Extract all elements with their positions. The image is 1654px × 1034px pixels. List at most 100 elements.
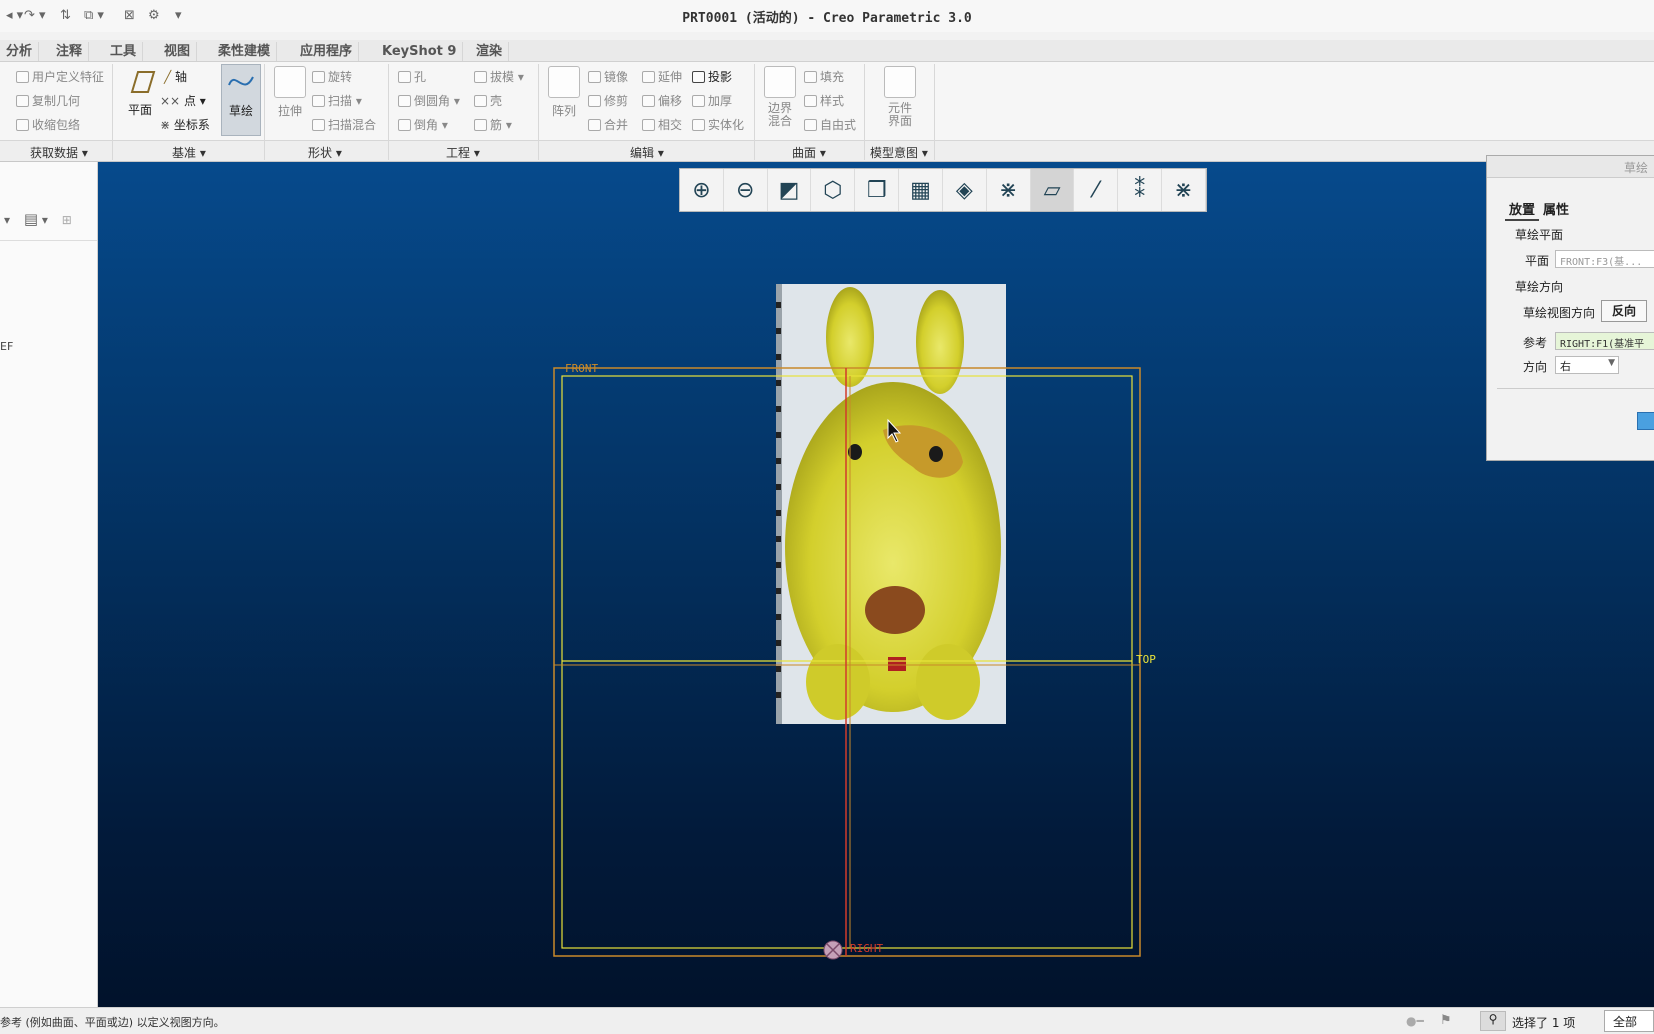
filter-select[interactable]: 全部 <box>1604 1010 1654 1032</box>
hole-button[interactable]: 孔 <box>398 68 426 85</box>
offset-button[interactable]: 偏移 <box>642 92 682 109</box>
tab-properties[interactable]: 属性 <box>1539 198 1573 219</box>
csys-display-icon[interactable]: ⋇ <box>1162 169 1206 211</box>
datum-axis-button[interactable]: ╱ 轴 <box>164 68 187 85</box>
tree-item[interactable]: EF <box>0 340 13 353</box>
solidify-button[interactable]: 实体化 <box>692 116 744 133</box>
group-editing-label: 编辑 <box>630 146 655 160</box>
fill-button[interactable]: 填充 <box>804 68 844 85</box>
refit-icon[interactable]: ◩ <box>768 169 812 211</box>
tab-view[interactable]: 视图 <box>158 42 198 61</box>
group-get-data[interactable]: 获取数据 ▾ <box>30 144 88 161</box>
copy-geometry-button[interactable]: 复制几何 <box>16 92 80 109</box>
style-button[interactable]: 样式 <box>804 92 844 109</box>
swept-blend-icon <box>312 119 325 131</box>
datum-plane-button[interactable]: 平面 <box>120 66 160 118</box>
rib-button[interactable]: 筋 ▾ <box>474 116 512 133</box>
pattern-label: 阵列 <box>551 104 576 118</box>
intersect-button[interactable]: 相交 <box>642 116 682 133</box>
component-interface-button[interactable]: 元件界面 <box>880 66 920 128</box>
ok-button[interactable] <box>1637 412 1654 430</box>
graphics-toolbar: ⊕ ⊖ ◩ ⬡ ❒ ▦ ◈ ⋇ ▱ ⁄ ⁑ ⋇ <box>679 168 1207 212</box>
plane-display-icon[interactable]: ▱ <box>1030 169 1075 211</box>
merge-label: 合并 <box>604 118 629 132</box>
perspective-icon[interactable]: ◈ <box>943 169 987 211</box>
binoculars-icon[interactable]: ⚲ <box>1480 1011 1506 1031</box>
reference-label: 参考 <box>1523 336 1548 350</box>
trim-button[interactable]: 修剪 <box>588 92 628 109</box>
tab-keyshot[interactable]: KeyShot 9 <box>376 42 464 61</box>
boundary-blend-button[interactable]: 边界混合 <box>760 66 800 128</box>
plane-field[interactable]: FRONT:F3(基... <box>1555 250 1654 268</box>
extend-button[interactable]: 延伸 <box>642 68 682 85</box>
extrude-button[interactable]: 拉伸 <box>270 66 310 119</box>
sketch-button[interactable]: 草绘 <box>221 64 261 136</box>
zoom-out-icon[interactable]: ⊖ <box>724 169 768 211</box>
group-engineering[interactable]: 工程 ▾ <box>446 144 480 161</box>
tab-analysis[interactable]: 分析 <box>0 42 40 61</box>
tree-settings-dropdown-icon[interactable]: ▾ <box>42 213 48 227</box>
chamfer-button[interactable]: 倒角 ▾ <box>398 116 448 133</box>
group-get-data-label: 获取数据 <box>30 146 79 160</box>
datum-csys-button[interactable]: ⋇ 坐标系 <box>160 116 210 133</box>
title-bar: ◂ ▾ ↷ ▾ ⇅ ⧉ ▾ ⊠ ⚙ ▾ PRT0001 (活动的) - Creo… <box>0 0 1654 32</box>
freestyle-button[interactable]: 自由式 <box>804 116 856 133</box>
ribbon: 用户定义特征 复制几何 收缩包络 平面 ╱ 轴 ×× 点 ▾ ⋇ 坐标系 草绘 … <box>0 62 1654 140</box>
project-button[interactable]: 投影 <box>692 68 732 85</box>
group-datum[interactable]: 基准 ▾ <box>172 144 206 161</box>
tab-tools[interactable]: 工具 <box>104 42 144 61</box>
pattern-button[interactable]: 阵列 <box>544 66 584 119</box>
merge-button[interactable]: 合并 <box>588 116 628 133</box>
tab-render[interactable]: 渲染 <box>470 42 510 61</box>
group-editing[interactable]: 编辑 ▾ <box>630 144 664 161</box>
shell-button[interactable]: 壳 <box>474 92 502 109</box>
datum-display-filter-icon[interactable]: ⋇ <box>987 169 1031 211</box>
swept-blend-button[interactable]: 扫描混合 <box>312 116 376 133</box>
revolve-button[interactable]: 旋转 <box>312 68 352 85</box>
selection-toggle-icon[interactable]: ●━ <box>1406 1014 1424 1028</box>
saved-orientations-icon[interactable]: ⬡ <box>811 169 856 211</box>
group-datum-label: 基准 <box>172 146 197 160</box>
sweep-button[interactable]: 扫描 ▾ <box>312 92 362 109</box>
graphics-viewport[interactable]: FRONT TOP RIGHT ⊕ ⊖ ◩ ⬡ ❒ ▦ ◈ ⋇ ▱ ⁄ ⁑ ⋇ <box>98 162 1654 1007</box>
user-defined-feature-button[interactable]: 用户定义特征 <box>16 68 104 85</box>
reference-field[interactable]: RIGHT:F1(基准平 <box>1555 332 1654 350</box>
datum-point-button[interactable]: ×× 点 ▾ <box>160 92 206 109</box>
thicken-button[interactable]: 加厚 <box>692 92 732 109</box>
csys-icon: ⋇ <box>160 118 174 132</box>
tree-dropdown-icon[interactable]: ▾ <box>4 213 10 227</box>
flip-button[interactable]: 反向 <box>1601 300 1647 322</box>
datum-label-right[interactable]: RIGHT <box>850 942 883 955</box>
fill-label: 填充 <box>820 70 845 84</box>
axis-icon: ╱ <box>164 70 176 84</box>
view-manager-icon[interactable]: ▦ <box>899 169 943 211</box>
offset-icon <box>642 95 655 107</box>
display-style-icon[interactable]: ❒ <box>855 169 900 211</box>
mirror-button[interactable]: 镜像 <box>588 68 628 85</box>
shrinkwrap-button[interactable]: 收缩包络 <box>16 116 80 133</box>
tree-filter-icon[interactable]: ⊞ <box>62 213 72 227</box>
model-tree-panel: ▾ ▤ ▾ ⊞ EF <box>0 162 98 1007</box>
axis-display-icon[interactable]: ⁄ <box>1074 169 1119 211</box>
group-surfaces[interactable]: 曲面 ▾ <box>792 144 826 161</box>
point-display-icon[interactable]: ⁑ <box>1118 169 1163 211</box>
direction-select[interactable]: 右 ▼ <box>1555 356 1619 374</box>
tab-flexible-modeling[interactable]: 柔性建模 <box>212 42 278 61</box>
chevron-down-icon: ▼ <box>1608 358 1615 368</box>
group-shapes[interactable]: 形状 ▾ <box>308 144 342 161</box>
tree-toolbar: ▾ ▤ ▾ ⊞ <box>4 210 72 228</box>
round-button[interactable]: 倒圆角 ▾ <box>398 92 460 109</box>
group-model-intent[interactable]: 模型意图 ▾ <box>870 144 928 161</box>
flag-icon[interactable]: ⚑ <box>1440 1013 1452 1028</box>
group-surfaces-label: 曲面 <box>792 146 817 160</box>
tree-settings-icon[interactable]: ▤ <box>24 210 38 228</box>
draft-button[interactable]: 拔模 ▾ <box>474 68 524 85</box>
zoom-in-icon[interactable]: ⊕ <box>680 169 724 211</box>
datum-label-top[interactable]: TOP <box>1136 653 1156 666</box>
datum-label-front[interactable]: FRONT <box>565 362 598 375</box>
tab-applications[interactable]: 应用程序 <box>294 42 360 61</box>
boundary-blend-icon <box>764 66 796 98</box>
tab-placement[interactable]: 放置 <box>1505 198 1540 221</box>
tab-annotate[interactable]: 注释 <box>50 42 90 61</box>
status-message: 参考 (例如曲面、平面或边) 以定义视图方向。 <box>0 1016 225 1029</box>
